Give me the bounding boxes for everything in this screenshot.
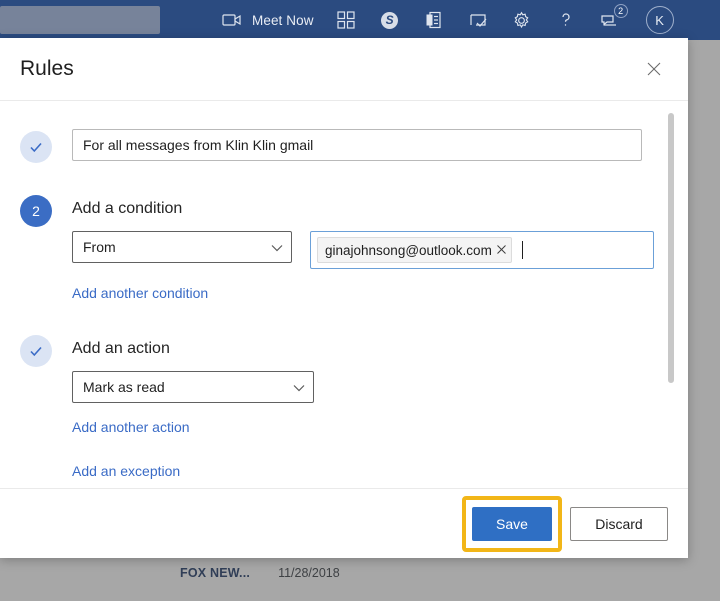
top-navigation-bar: Meet Now S 2 K — [0, 0, 720, 40]
avatar: K — [645, 6, 674, 34]
add-action-heading: Add an action — [72, 340, 170, 357]
topbar-icon-group: Meet Now S 2 K — [210, 0, 684, 40]
account-avatar-button[interactable]: K — [632, 0, 684, 40]
rules-dialog: Rules For all messages from Klin Klin gm… — [0, 38, 688, 558]
meet-now-button[interactable]: Meet Now — [210, 0, 324, 40]
dialog-body: 2 Add a condition From — [0, 100, 688, 488]
add-condition-heading: Add a condition — [72, 200, 183, 217]
help-button[interactable] — [544, 0, 588, 40]
page-title: Rules — [20, 57, 74, 80]
rule-name-input[interactable] — [72, 129, 642, 161]
close-icon[interactable] — [640, 55, 668, 83]
text-cursor — [521, 241, 523, 259]
recipient-pill[interactable]: ginajohnsong@outlook.com — [317, 237, 512, 263]
step-number-badge: 2 — [20, 195, 52, 227]
tasks-icon — [466, 8, 490, 32]
chevron-down-icon — [293, 379, 305, 395]
settings-gear-icon — [510, 8, 534, 32]
step-complete-check-icon — [20, 131, 52, 163]
action-type-select[interactable]: Mark as read — [72, 371, 314, 403]
chevron-down-icon — [271, 239, 283, 255]
dialog-scrollbar[interactable] — [668, 109, 674, 488]
outlook-app-root: Meet Now S 2 K FOX NEW... 11/28/2018 Rul… — [0, 0, 720, 601]
dialog-footer: Save Discard — [0, 488, 688, 558]
condition-type-value: From — [83, 239, 116, 255]
app-launcher-button[interactable] — [324, 0, 368, 40]
feedback-button[interactable]: 2 — [588, 0, 632, 40]
step-rule-name — [20, 129, 654, 163]
recipient-input-field[interactable]: ginajohnsong@outlook.com — [310, 231, 654, 269]
step-complete-check-icon — [20, 335, 52, 367]
video-camera-icon — [220, 8, 244, 32]
search-input[interactable] — [0, 6, 160, 34]
scrollbar-thumb[interactable] — [668, 113, 674, 383]
office-app-button[interactable] — [412, 0, 456, 40]
dialog-header: Rules — [0, 38, 688, 100]
meet-now-label: Meet Now — [252, 12, 314, 28]
notification-badge: 2 — [613, 4, 628, 18]
discard-button[interactable]: Discard — [570, 506, 668, 541]
remove-recipient-icon[interactable] — [496, 244, 507, 257]
recipient-address: ginajohnsong@outlook.com — [325, 242, 492, 258]
step-add-action: Add an action Mark as read Add another a… — [20, 333, 654, 481]
save-button[interactable]: Save — [472, 506, 552, 541]
add-exception-link[interactable]: Add an exception — [72, 463, 180, 479]
app-launcher-grid-icon — [334, 8, 358, 32]
add-another-condition-link[interactable]: Add another condition — [72, 285, 208, 301]
settings-button[interactable] — [500, 0, 544, 40]
office-app-icon — [422, 8, 446, 32]
step-add-condition: 2 Add a condition From ginajohnsong@outl… — [20, 193, 654, 303]
tasks-button[interactable] — [456, 0, 500, 40]
help-question-icon — [554, 8, 578, 32]
skype-button[interactable]: S — [368, 0, 412, 40]
condition-type-select[interactable]: From — [72, 231, 292, 263]
skype-icon-letter: S — [381, 11, 399, 29]
action-type-value: Mark as read — [83, 379, 165, 395]
add-another-action-link[interactable]: Add another action — [72, 419, 190, 435]
skype-icon: S — [378, 8, 402, 32]
save-button-wrapper: Save — [462, 495, 562, 552]
